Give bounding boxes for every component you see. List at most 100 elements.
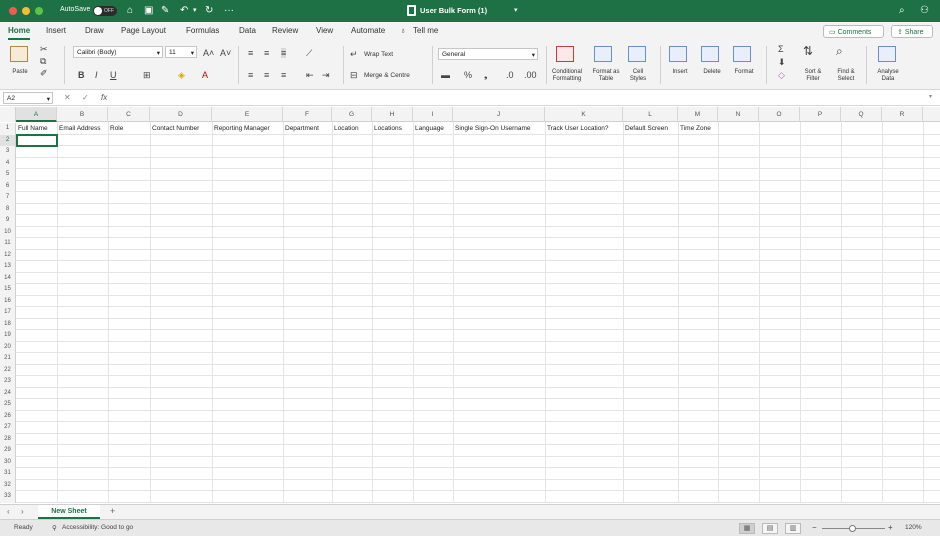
header-cell[interactable]: Locations (374, 125, 402, 132)
align-right-icon[interactable]: ≡ (281, 70, 286, 80)
font-color-icon[interactable]: A (202, 70, 208, 80)
zoom-slider-thumb[interactable] (849, 525, 856, 532)
row-header[interactable]: 29 (0, 445, 16, 457)
paste-icon[interactable] (10, 46, 28, 62)
column-header[interactable]: H (372, 107, 413, 122)
row-header[interactable]: 25 (0, 399, 16, 411)
header-cell[interactable]: Single Sign-On Username (455, 125, 531, 132)
increase-decimal-icon[interactable]: .0 (506, 70, 514, 80)
autosum-icon[interactable]: Σ (778, 44, 784, 54)
share-people-icon[interactable]: ⚇ (920, 4, 929, 18)
row-header[interactable]: 22 (0, 364, 16, 376)
more-icon[interactable]: ··· (224, 4, 234, 18)
format-painter-icon[interactable]: ✐ (40, 68, 48, 78)
insert-cells-icon[interactable] (669, 46, 687, 62)
font-name-select[interactable]: Calibri (Body) ▾ (73, 46, 163, 58)
tab-view[interactable]: View (316, 26, 333, 35)
row-header[interactable]: 18 (0, 318, 16, 330)
tab-draw[interactable]: Draw (85, 26, 104, 35)
row-header[interactable]: 27 (0, 422, 16, 434)
row-header[interactable]: 31 (0, 468, 16, 480)
row-header[interactable]: 12 (0, 249, 16, 261)
fill-color-icon[interactable]: ◈ (178, 70, 185, 80)
formula-input[interactable] (116, 92, 932, 104)
column-header[interactable]: R (882, 107, 923, 122)
header-cell[interactable]: Department (285, 125, 319, 132)
row-header[interactable]: 14 (0, 272, 16, 284)
conditional-formatting-icon[interactable] (556, 46, 574, 62)
delete-label[interactable]: Delete (698, 69, 726, 76)
decrease-decimal-icon[interactable]: .00 (524, 70, 537, 80)
document-title[interactable]: User Bulk Form (1) (420, 6, 487, 15)
increase-indent-icon[interactable]: ⇥ (322, 70, 330, 80)
accessibility-status[interactable]: Accessibility: Good to go (62, 524, 133, 531)
tab-automate[interactable]: Automate (351, 26, 385, 35)
column-header[interactable]: P (800, 107, 841, 122)
page-layout-view-button[interactable]: ▤ (762, 523, 778, 534)
row-header[interactable]: 5 (0, 169, 16, 181)
header-cell[interactable]: Default Screen (625, 125, 668, 132)
increase-font-icon[interactable]: A˄ (203, 48, 214, 58)
align-center-icon[interactable]: ≡ (264, 70, 269, 80)
analyse-data-label[interactable]: Analyse Data (873, 69, 903, 83)
clear-icon[interactable]: ◇ (778, 70, 785, 80)
spreadsheet-grid[interactable]: ABCDEFGHIJKLMNOPQR 1 2 3 4 5 6 7 8 9 10 11 12 13 14 15… (0, 107, 940, 504)
header-cell[interactable]: Language (415, 125, 444, 132)
row-header[interactable]: 11 (0, 238, 16, 250)
select-all-corner[interactable] (0, 107, 16, 122)
edit-icon[interactable]: ✎ (161, 4, 169, 18)
page-break-view-button[interactable]: ▥ (785, 523, 801, 534)
undo-icon[interactable]: ↶ (180, 4, 188, 18)
column-header[interactable]: J (453, 107, 545, 122)
header-cell[interactable]: Full Name (18, 125, 48, 132)
row-header[interactable]: 16 (0, 295, 16, 307)
scroll-left-icon[interactable]: ‹ (7, 507, 10, 516)
chevron-down-icon[interactable]: ▾ (929, 93, 932, 100)
zoom-level[interactable]: 120% (905, 524, 922, 531)
row-header[interactable]: 17 (0, 307, 16, 319)
header-cell[interactable]: Location (334, 125, 359, 132)
format-cells-icon[interactable] (733, 46, 751, 62)
format-as-table-label[interactable]: Format as Table (590, 69, 622, 83)
row-header[interactable]: 1 (0, 123, 16, 135)
column-header[interactable]: N (718, 107, 759, 122)
tab-insert[interactable]: Insert (46, 26, 66, 35)
scroll-right-icon[interactable]: › (21, 507, 24, 516)
selected-cell[interactable] (16, 133, 58, 147)
header-cell[interactable]: Track User Location? (547, 125, 609, 132)
bold-button[interactable]: B (78, 70, 85, 80)
zoom-in-button[interactable]: + (888, 523, 893, 532)
row-header[interactable]: 33 (0, 491, 16, 503)
row-header[interactable]: 4 (0, 157, 16, 169)
column-header[interactable]: E (212, 107, 283, 122)
save-icon[interactable]: ▣ (144, 4, 153, 18)
sort-filter-label[interactable]: Sort & Filter (799, 69, 827, 83)
column-header[interactable]: D (150, 107, 212, 122)
row-header[interactable]: 21 (0, 353, 16, 365)
sheet-tab[interactable]: New Sheet (38, 505, 100, 519)
row-header[interactable]: 9 (0, 215, 16, 227)
fill-icon[interactable]: ⬇ (778, 57, 786, 67)
cancel-icon[interactable]: ✕ (64, 93, 71, 102)
row-header[interactable]: 8 (0, 203, 16, 215)
find-select-label[interactable]: Find & Select (832, 69, 860, 83)
row-header[interactable]: 23 (0, 376, 16, 388)
share-button[interactable]: ⇪ Share (891, 25, 933, 38)
confirm-icon[interactable]: ✓ (82, 93, 89, 102)
delete-cells-icon[interactable] (701, 46, 719, 62)
orientation-icon[interactable]: ⟋ (306, 48, 312, 58)
row-header[interactable]: 24 (0, 387, 16, 399)
cell-styles-icon[interactable] (628, 46, 646, 62)
conditional-formatting-label[interactable]: Conditional Formatting (547, 69, 587, 83)
home-icon[interactable]: ⌂ (127, 4, 133, 18)
borders-icon[interactable]: ⊞ (143, 70, 151, 80)
wrap-text-button[interactable]: Wrap Text (364, 51, 393, 58)
column-header[interactable]: F (283, 107, 332, 122)
row-header[interactable]: 7 (0, 192, 16, 204)
row-header[interactable]: 26 (0, 410, 16, 422)
autosave-toggle[interactable]: OFF (93, 6, 117, 16)
row-header[interactable]: 10 (0, 226, 16, 238)
row-header[interactable]: 19 (0, 330, 16, 342)
column-header[interactable]: L (623, 107, 678, 122)
currency-icon[interactable]: ▬ (441, 70, 450, 80)
